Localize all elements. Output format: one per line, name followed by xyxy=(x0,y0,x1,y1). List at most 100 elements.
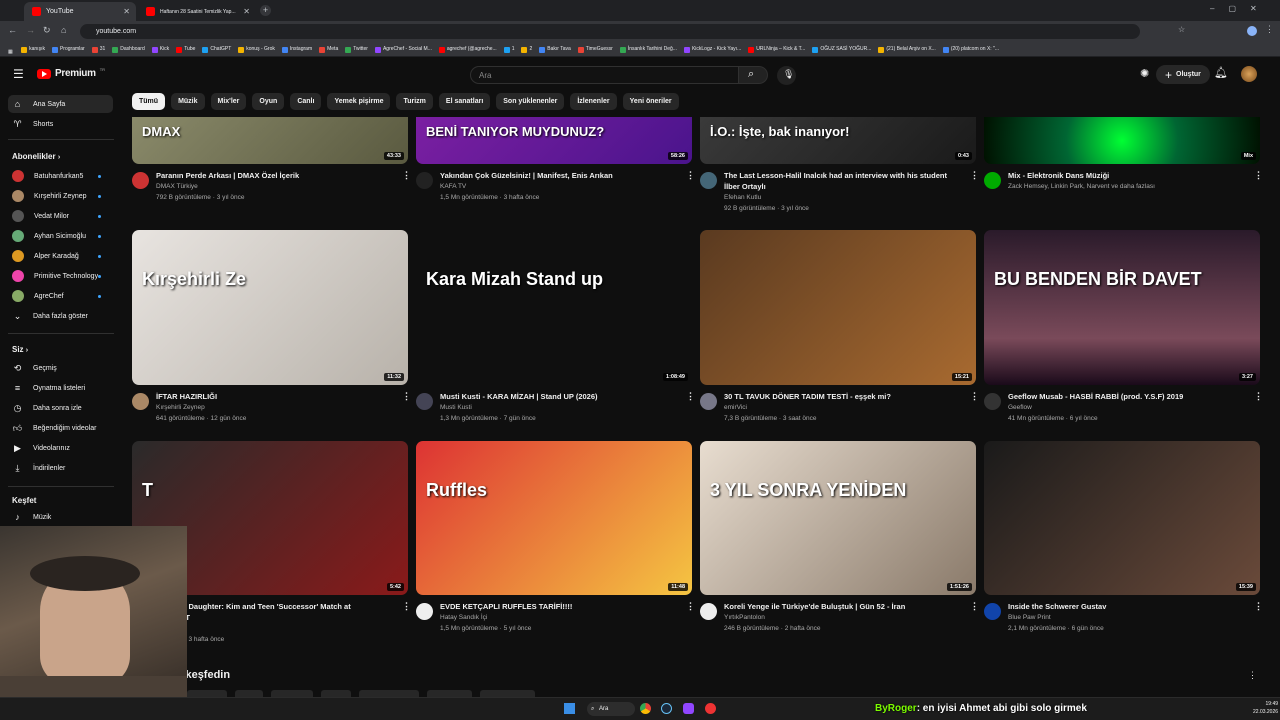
bookmark-item[interactable]: kanışık xyxy=(21,42,45,56)
chip-0[interactable]: Tümü xyxy=(132,93,166,110)
channel-avatar[interactable] xyxy=(416,393,433,410)
create-button[interactable]: + Oluştur xyxy=(1156,65,1210,84)
section-menu-icon[interactable]: ⋮ xyxy=(1248,670,1257,681)
channel-avatar[interactable] xyxy=(984,393,1001,410)
bookmark-item[interactable]: TimeGuessr xyxy=(577,42,613,56)
forward-icon[interactable]: → xyxy=(26,25,35,35)
video-title[interactable]: İFTAR HAZIRLIĞI xyxy=(156,392,396,402)
youtube-logo[interactable]: Premium TR xyxy=(37,67,105,79)
bookmark-item[interactable]: ChatGPT xyxy=(202,42,231,56)
chip-2[interactable]: Mix'ler xyxy=(210,93,247,110)
chip-3[interactable]: Oyun xyxy=(252,93,285,110)
video-menu-icon[interactable]: ⋮ xyxy=(1254,170,1263,181)
video-title[interactable]: EVDE KETÇAPLI RUFFLES TARİFİ!!!! xyxy=(440,602,680,612)
channel-avatar[interactable] xyxy=(132,172,149,189)
url-field[interactable]: youtube.com xyxy=(80,24,1140,39)
sidebar-item-you[interactable]: ▶ Videolarınız xyxy=(8,439,113,457)
channel-name[interactable]: emirVici xyxy=(724,403,747,413)
chip-8[interactable]: Son yüklenenler xyxy=(496,93,565,110)
app-icon[interactable] xyxy=(705,703,716,714)
chip-7[interactable]: El sanatları xyxy=(438,93,491,110)
channel-name[interactable]: DMAX Türkiye xyxy=(156,182,198,192)
channel-avatar[interactable] xyxy=(700,393,717,410)
bookmark-item[interactable]: AgreChef - Social M... xyxy=(374,42,432,56)
home-icon[interactable]: ⌂ xyxy=(61,25,66,35)
search-button[interactable]: ⌕ xyxy=(738,66,768,84)
sidebar-item-you[interactable]: ◷ Daha sonra izle xyxy=(8,399,113,417)
sidebar-subscription[interactable]: AgreChef xyxy=(8,287,113,305)
video-menu-icon[interactable]: ⋮ xyxy=(686,391,695,402)
video-thumbnail[interactable]: Kırşehirli Ze 11:32 xyxy=(132,230,408,385)
bookmark-item[interactable]: Tube xyxy=(176,42,195,56)
video-title[interactable]: Musti Kusti - KARA MİZAH | Stand UP (202… xyxy=(440,392,680,402)
bookmark-item[interactable]: (20) platcom on X: "... xyxy=(942,42,999,56)
video-thumbnail[interactable]: Mix xyxy=(984,117,1260,164)
video-menu-icon[interactable]: ⋮ xyxy=(970,391,979,402)
chip-1[interactable]: Müzik xyxy=(171,93,205,110)
video-thumbnail[interactable]: 15:39 xyxy=(984,441,1260,595)
bookmark-item[interactable]: KickLogz - Kick Yayı... xyxy=(683,42,741,56)
video-menu-icon[interactable]: ⋮ xyxy=(402,170,411,181)
bookmark-item[interactable]: 2 xyxy=(521,42,532,56)
tab-second[interactable]: Haftanın 28 Saatini Temizlik Yap... ✕ xyxy=(138,2,256,21)
chip-9[interactable]: İzlenenler xyxy=(570,93,617,110)
notifications-bell-icon[interactable]: 🔔︎ xyxy=(1214,66,1228,79)
channel-name[interactable]: Hatay Sandık İçi xyxy=(440,613,487,623)
sidebar-subscription[interactable]: Ayhan Sicimoğlu xyxy=(8,227,113,245)
chip-5[interactable]: Yemek pişirme xyxy=(327,93,391,110)
video-thumbnail[interactable]: 3 YIL SONRA YENİDEN 1:51:26 xyxy=(700,441,976,595)
video-thumbnail[interactable]: BENİ TANIYOR MUYDUNUZ? 58:26 xyxy=(416,117,692,164)
apps-icon[interactable]: ▦ xyxy=(8,45,13,57)
bookmark-item[interactable]: Dashboard xyxy=(112,42,145,56)
video-title[interactable]: Geeflow Musab - HASBİ RABBİ (prod. Y.S.F… xyxy=(1008,392,1248,402)
bookmark-item[interactable]: Bakır Tava xyxy=(539,42,571,56)
voice-search-button[interactable]: 🎙 xyxy=(777,66,796,85)
video-menu-icon[interactable]: ⋮ xyxy=(402,391,411,402)
video-title[interactable]: The Last Lesson-Halil Inalcık had an int… xyxy=(724,171,964,181)
sidebar-item-you[interactable]: ⟲ Geçmiş xyxy=(8,359,113,377)
tab-youtube[interactable]: YouTube ✕ xyxy=(24,2,136,21)
video-menu-icon[interactable]: ⋮ xyxy=(402,601,411,612)
chip-10[interactable]: Yeni öneriler xyxy=(622,93,679,110)
channel-avatar[interactable] xyxy=(416,172,433,189)
video-title[interactable]: Koreli Yenge ile Türkiye'de Buluştuk | G… xyxy=(724,602,964,612)
video-thumbnail[interactable]: Kara Mizah Stand up 1:08:49 xyxy=(416,230,692,385)
sidebar-item-music[interactable]: ♪ Müzik xyxy=(8,508,113,526)
sidebar-subscription[interactable]: Primitive Technology xyxy=(8,267,113,285)
video-thumbnail[interactable]: BU BENDEN BİR DAVET 3:27 xyxy=(984,230,1260,385)
video-menu-icon[interactable]: ⋮ xyxy=(1254,391,1263,402)
channel-avatar[interactable] xyxy=(700,603,717,620)
bookmark-item[interactable]: 31 xyxy=(91,42,105,56)
channel-name[interactable]: KAFA TV xyxy=(440,182,466,192)
bookmark-item[interactable]: (21) Belal Arşiv on X... xyxy=(878,42,936,56)
bookmark-item[interactable]: Twitter xyxy=(345,42,368,56)
search-input[interactable]: Ara xyxy=(470,66,738,84)
app-icon[interactable] xyxy=(683,703,694,714)
taskbar-search[interactable]: ⌕ Ara xyxy=(587,702,635,716)
new-tab-button[interactable]: + xyxy=(260,5,271,16)
channel-avatar[interactable] xyxy=(416,603,433,620)
hamburger-menu-icon[interactable]: ☰ xyxy=(13,67,24,81)
video-menu-icon[interactable]: ⋮ xyxy=(1254,601,1263,612)
clock[interactable]: 19:49 22.03.2026 xyxy=(1253,700,1278,716)
sidebar-subscription[interactable]: Vedat Milor xyxy=(8,207,113,225)
profile-avatar[interactable] xyxy=(1247,26,1257,36)
you-heading[interactable]: Siz › xyxy=(12,345,28,354)
video-thumbnail[interactable]: DMAX 43:33 xyxy=(132,117,408,164)
steam-icon[interactable] xyxy=(661,703,672,714)
chip-4[interactable]: Canlı xyxy=(290,93,322,110)
video-menu-icon[interactable]: ⋮ xyxy=(970,170,979,181)
channel-avatar[interactable] xyxy=(700,172,717,189)
bookmark-item[interactable]: Meta xyxy=(319,42,338,56)
bookmark-item[interactable]: OĞUZ SASİ YOĞUR... xyxy=(812,42,871,56)
bookmark-item[interactable]: URLNinja – Kick & T... xyxy=(748,42,805,56)
bookmark-star-icon[interactable]: ☆ xyxy=(1178,25,1185,34)
sidebar-item-you[interactable]: ≡ Oynatma listeleri xyxy=(8,379,113,397)
channel-name[interactable]: Efehan Kutlu xyxy=(724,193,761,203)
video-menu-icon[interactable]: ⋮ xyxy=(970,601,979,612)
back-icon[interactable]: ← xyxy=(8,25,17,35)
show-more-button[interactable]: ⌄ Daha fazla göster xyxy=(8,307,113,325)
video-title[interactable]: Paranın Perde Arkası | DMAX Özel İçerik xyxy=(156,171,396,181)
account-avatar[interactable] xyxy=(1241,66,1257,82)
windows-start-icon[interactable] xyxy=(564,703,575,714)
